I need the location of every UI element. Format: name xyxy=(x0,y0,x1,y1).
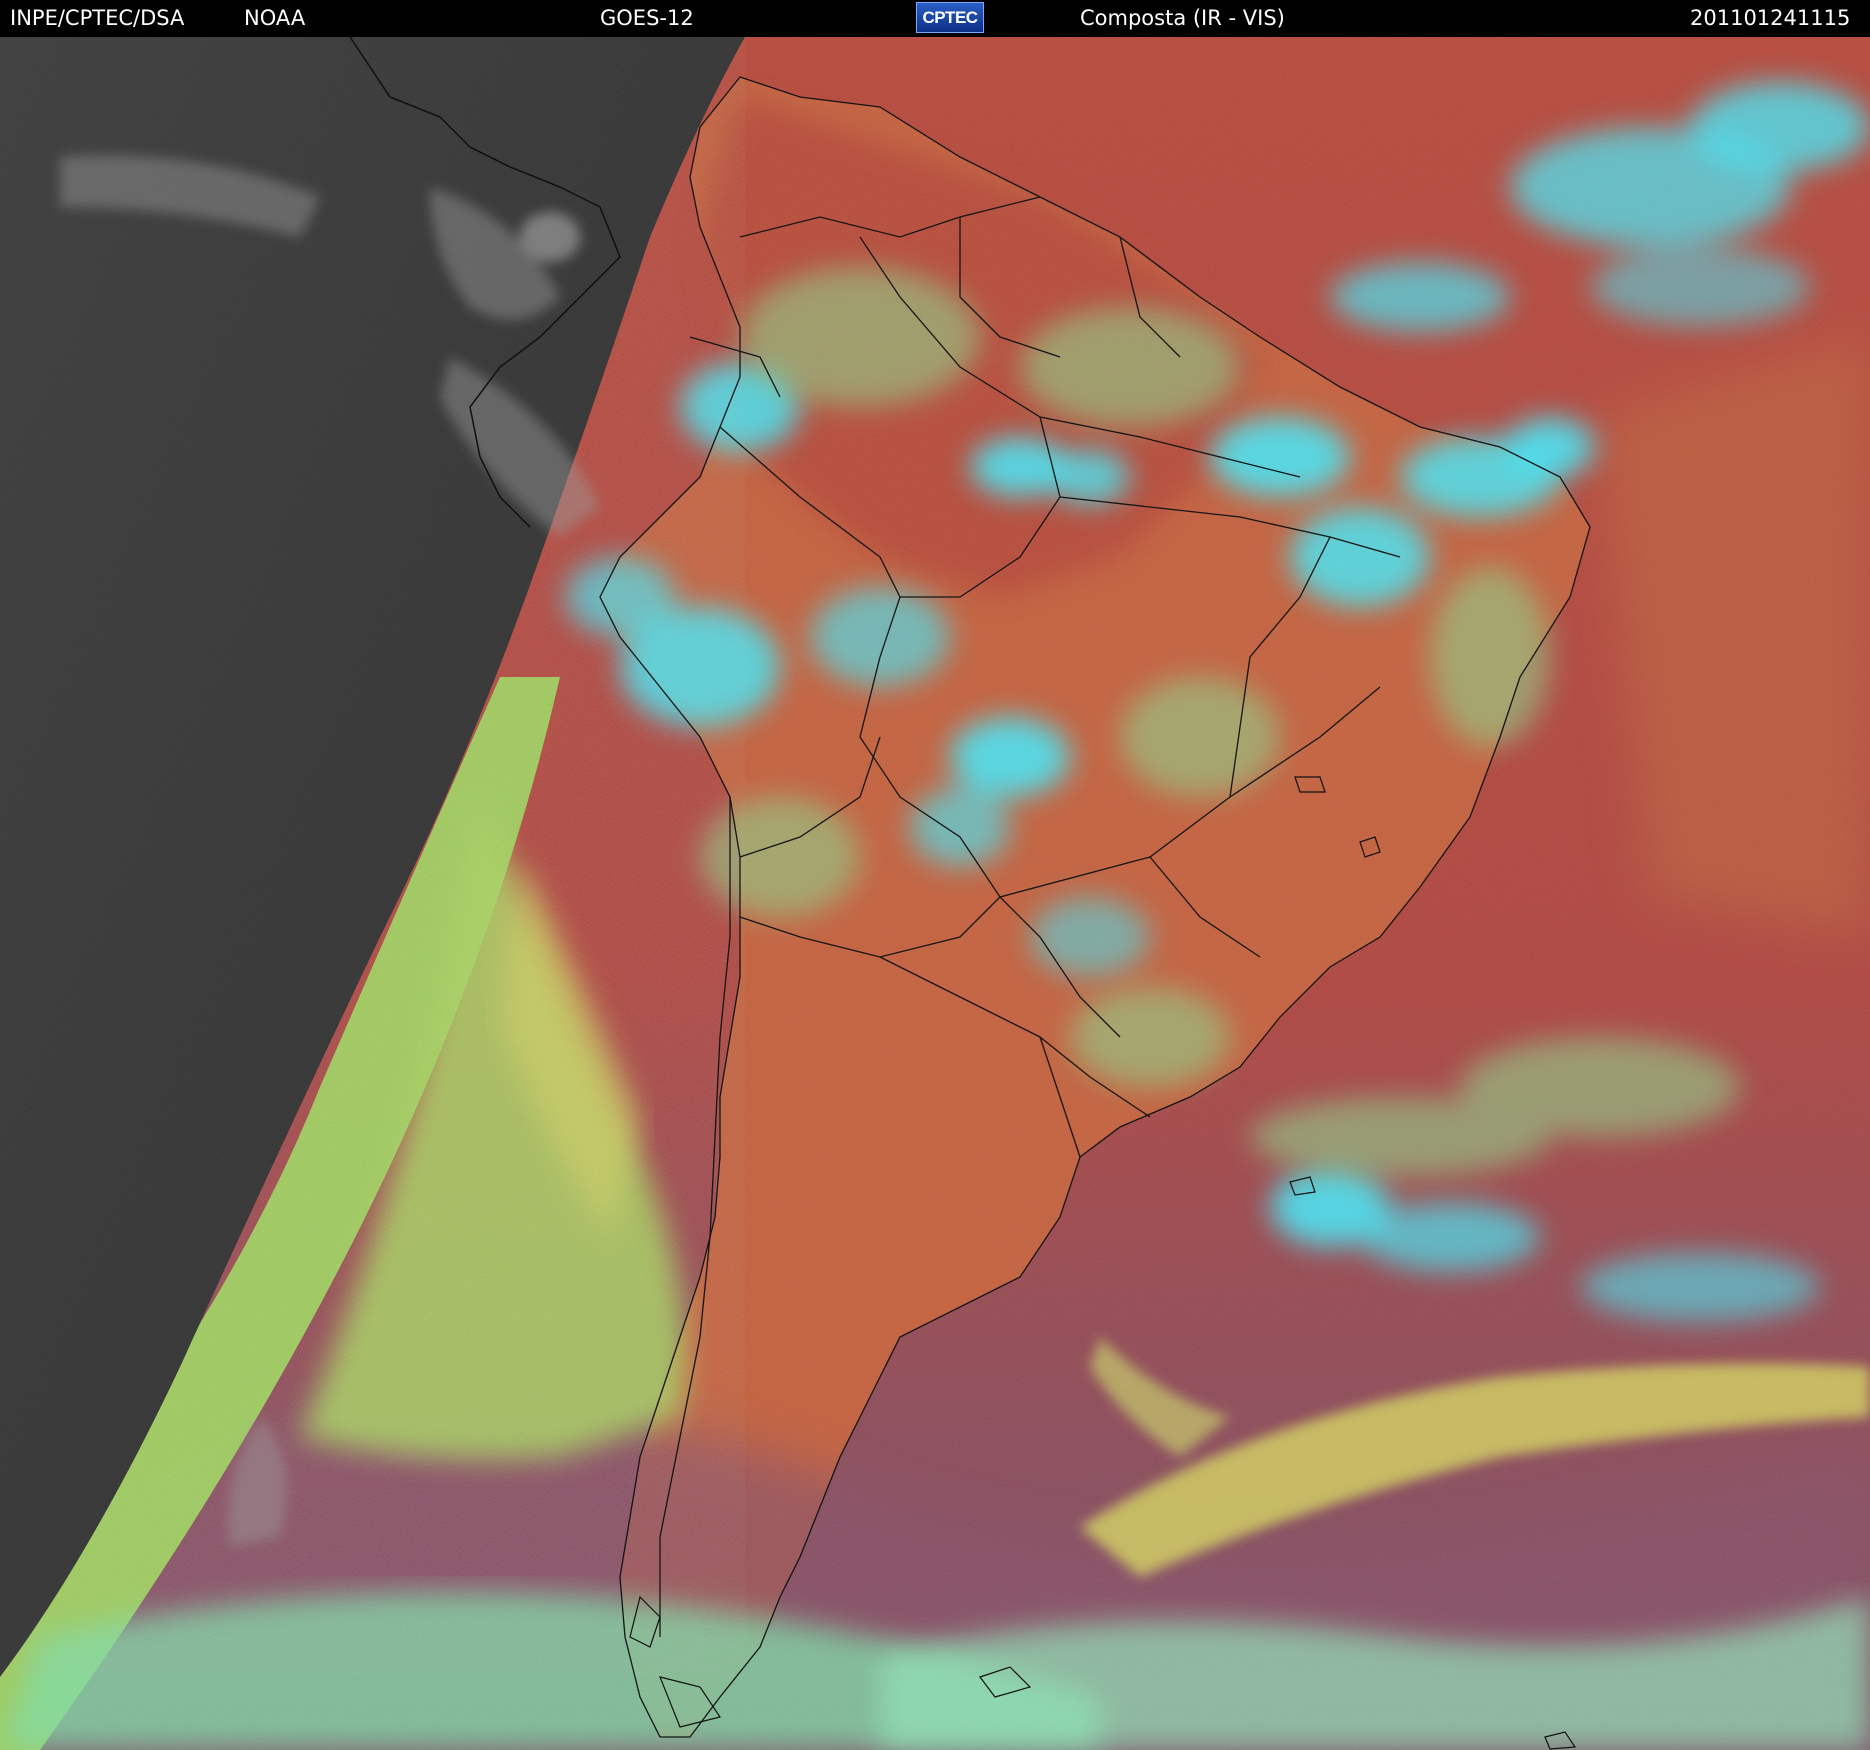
logo-text: CPTEC xyxy=(922,8,978,27)
satellite-label: GOES-12 xyxy=(600,6,694,30)
timestamp-label: 201101241115 xyxy=(1690,6,1851,30)
agency-label: NOAA xyxy=(244,6,306,30)
satellite-composite xyxy=(0,37,1870,1750)
product-label: Composta (IR - VIS) xyxy=(1080,6,1285,30)
org-label: INPE/CPTEC/DSA xyxy=(10,6,185,30)
cptec-logo: CPTEC xyxy=(916,2,984,33)
satellite-image xyxy=(0,37,1870,1750)
image-header: INPE/CPTEC/DSA NOAA GOES-12 CPTEC Compos… xyxy=(0,0,1870,37)
night-texture xyxy=(0,37,745,1677)
